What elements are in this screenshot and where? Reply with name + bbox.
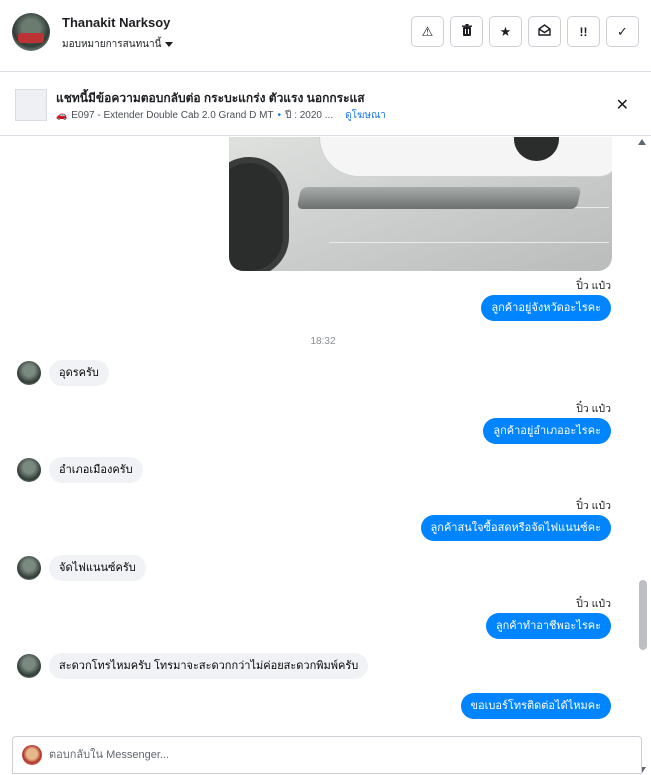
reply-composer	[12, 736, 642, 774]
outgoing-message[interactable]: ขอเบอร์โทรติดต่อได้ไหมคะ	[460, 693, 611, 719]
mark-done-button[interactable]: ✓	[606, 16, 639, 47]
time-separator: 18:32	[310, 336, 336, 347]
outgoing-message[interactable]: ลูกค้าทำอาชีพอะไรคะ	[485, 613, 611, 639]
mark-unread-icon	[538, 24, 551, 39]
outgoing-message[interactable]: ลูกค้าสนใจซื้อสดหรือจัดไฟแนนซ์คะ	[420, 515, 611, 541]
listing-title: แชทนี้มีข้อความตอบกลับต่อ กระบะแกร่ง ตัว…	[56, 91, 365, 105]
message-thread[interactable]: ปิ๋ว แป๋ว ลูกค้าอยู่จังหวัดอะไรคะ 18:32 …	[0, 137, 651, 723]
listing-year: ปี : 2020 ...	[285, 110, 334, 121]
scroll-up-arrow-icon[interactable]	[638, 139, 646, 145]
report-spam-button[interactable]: ⚠	[411, 16, 444, 47]
incoming-message[interactable]: สะดวกโทรไหมครับ โทรมาจะสะดวกกว่าไม่ค่อยส…	[49, 653, 369, 679]
listing-meta: 🚗 E097 - Extender Double Cab 2.0 Grand D…	[56, 108, 386, 123]
close-banner-icon[interactable]: ✕	[616, 95, 629, 115]
contact-avatar-small[interactable]	[17, 458, 41, 482]
scrollbar-thumb[interactable]	[639, 580, 647, 650]
mark-unread-button[interactable]	[528, 16, 561, 47]
header-actions: ⚠ ★ !! ✓	[411, 16, 639, 47]
page-avatar	[22, 745, 42, 765]
assign-conversation-dropdown[interactable]: มอบหมายการสนทนานี้	[62, 37, 174, 52]
incoming-message[interactable]: จัดไฟแนนซ์ครับ	[49, 555, 146, 581]
warning-icon: ⚠	[421, 23, 434, 39]
sender-name: ปิ๋ว แป๋ว	[576, 598, 611, 610]
caret-down-icon	[165, 42, 174, 47]
follow-up-icon: !!	[579, 24, 588, 39]
follow-up-button[interactable]: !!	[567, 16, 600, 47]
star-button[interactable]: ★	[489, 16, 522, 47]
sender-name: ปิ๋ว แป๋ว	[576, 403, 611, 415]
sender-name: ปิ๋ว แป๋ว	[576, 280, 611, 292]
listing-banner: แชทนี้มีข้อความตอบกลับต่อ กระบะแกร่ง ตัว…	[0, 72, 651, 136]
view-ad-link[interactable]: ดูโฆษณา	[345, 108, 386, 123]
outgoing-message[interactable]: ลูกค้าอยู่จังหวัดอะไรคะ	[481, 295, 611, 321]
assign-label: มอบหมายการสนทนานี้	[62, 39, 162, 50]
contact-avatar-small[interactable]	[17, 654, 41, 678]
incoming-message[interactable]: อุดรครับ	[49, 360, 109, 386]
trash-icon	[461, 23, 473, 40]
delete-button[interactable]	[450, 16, 483, 47]
meta-separator: •	[277, 110, 282, 121]
listing-code: E097 - Extender Double Cab 2.0 Grand D M…	[71, 110, 274, 121]
done-check-icon: ✓	[617, 23, 628, 39]
sender-name: ปิ๋ว แป๋ว	[576, 500, 611, 512]
car-emoji-icon: 🚗	[56, 110, 68, 120]
contact-avatar-small[interactable]	[17, 556, 41, 580]
conversation-header: Thanakit Narksoy มอบหมายการสนทนานี้ ⚠ ★ …	[0, 0, 651, 72]
contact-avatar-small[interactable]	[17, 361, 41, 385]
outgoing-message[interactable]: ลูกค้าอยู่อำเภออะไรคะ	[483, 418, 611, 444]
car-photo-attachment[interactable]	[229, 137, 612, 271]
contact-name[interactable]: Thanakit Narksoy	[62, 15, 170, 30]
star-icon: ★	[499, 23, 512, 39]
contact-avatar[interactable]	[12, 13, 50, 51]
listing-thumbnail[interactable]	[15, 89, 47, 121]
reply-input[interactable]	[49, 737, 629, 773]
incoming-message[interactable]: อำเภอเมืองครับ	[49, 457, 143, 483]
